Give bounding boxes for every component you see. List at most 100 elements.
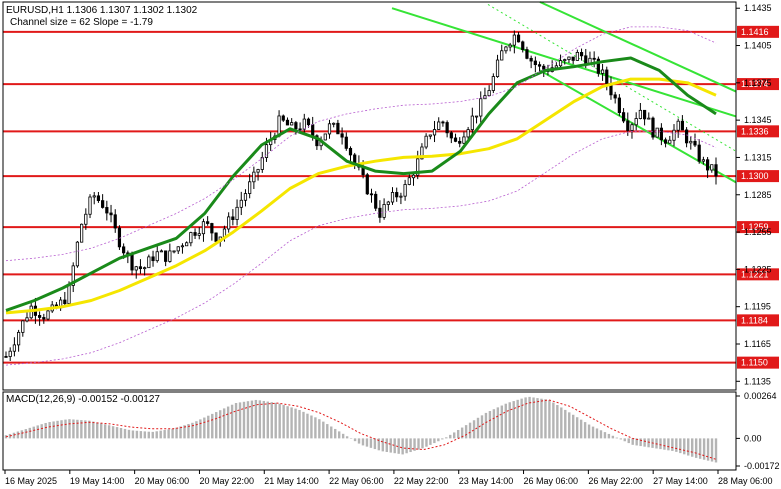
candle-up <box>21 320 25 333</box>
candle-down <box>193 232 197 236</box>
macd-bar <box>44 422 47 439</box>
macd-bar <box>28 427 31 439</box>
channel-info: Channel size = 62 Slope = -1.79 <box>10 17 153 28</box>
macd-bar <box>575 417 579 439</box>
candle-up <box>92 195 96 198</box>
macd-bar <box>540 398 543 439</box>
candle-down <box>521 41 525 50</box>
candle-down <box>697 144 701 162</box>
macd-bar <box>615 437 619 439</box>
macd-bar <box>290 407 293 439</box>
macd-bar <box>480 415 484 439</box>
macd-bar <box>222 408 226 439</box>
price-tick-label: 1.1435 <box>744 3 772 13</box>
candle-up <box>630 124 634 131</box>
macd-bar <box>234 403 238 439</box>
candle-up <box>176 246 180 252</box>
macd-bar <box>330 426 333 439</box>
macd-bar <box>456 429 460 439</box>
candle-up <box>197 233 201 236</box>
candle-down <box>592 57 596 60</box>
candle-up <box>180 245 185 248</box>
macd-bar <box>155 431 158 439</box>
macd-bar <box>175 427 178 439</box>
macd-bar <box>691 438 694 457</box>
macd-bar <box>627 438 630 444</box>
macd-bar <box>119 427 123 439</box>
candle-up <box>256 169 260 173</box>
candle-up <box>323 133 327 141</box>
candle-up <box>189 232 193 244</box>
macd-bar <box>163 430 166 439</box>
macd-bar <box>306 413 309 439</box>
candle-down <box>38 315 42 318</box>
candle-down <box>365 174 369 195</box>
macd-bar <box>226 406 230 439</box>
macd-bar <box>520 398 523 439</box>
macd-bar <box>238 402 242 439</box>
candle-up <box>12 344 17 352</box>
candle-down <box>613 94 617 99</box>
candle-up <box>88 196 92 215</box>
candle-up <box>495 59 500 77</box>
macd-bar <box>619 438 623 440</box>
macd-bar <box>441 438 444 440</box>
macd-bar <box>203 417 206 439</box>
macd-bar <box>171 428 174 439</box>
candle-up <box>403 184 407 197</box>
candle-down <box>516 34 521 43</box>
time-tick-label: 26 May 06:00 <box>524 476 579 486</box>
macd-bar <box>698 438 702 459</box>
ma-fast-line <box>5 56 717 312</box>
macd-bar <box>88 420 91 439</box>
time-tick-label: 21 May 14:00 <box>264 476 319 486</box>
candle-down <box>537 64 542 67</box>
level-tag-text: 1.1336 <box>741 126 769 136</box>
macd-bar <box>445 437 448 439</box>
candle-down <box>206 221 210 224</box>
candle-up <box>8 350 12 357</box>
level-tag-text: 1.1184 <box>741 315 768 325</box>
macd-bar <box>556 405 559 439</box>
macd-bar <box>270 402 273 439</box>
candle-up <box>437 121 441 130</box>
macd-bar <box>385 438 388 452</box>
candle-up <box>290 122 294 126</box>
macd-tick-label: 0.00 <box>744 433 762 443</box>
candle-down <box>281 115 285 121</box>
candle-down <box>378 207 382 218</box>
candle-up <box>227 216 231 230</box>
candle-down <box>659 127 663 141</box>
macd-bar <box>492 409 496 439</box>
macd-bar <box>16 431 20 439</box>
price-tick-label: 1.1315 <box>744 152 772 162</box>
candle-up <box>155 251 159 262</box>
macd-bar <box>246 401 250 439</box>
price-tick-label: 1.1285 <box>744 190 772 200</box>
candle-up <box>235 206 239 220</box>
time-tick-label: 22 May 06:00 <box>329 476 384 486</box>
macd-bar <box>151 431 154 439</box>
candle-down <box>453 137 458 142</box>
level-tag-text: 1.1300 <box>741 171 769 181</box>
macd-bar <box>76 419 79 439</box>
candle-down <box>4 356 8 358</box>
candle-up <box>668 139 672 144</box>
macd-bar <box>373 438 377 450</box>
macd-bar <box>579 419 583 439</box>
macd-bar <box>115 427 119 439</box>
macd-bar <box>286 406 289 439</box>
candle-down <box>336 122 340 135</box>
candle-down <box>571 56 575 61</box>
macd-bar <box>298 410 301 439</box>
macd-bar <box>99 423 103 439</box>
macd-bar <box>599 430 603 439</box>
candle-up <box>302 118 306 130</box>
macd-bar <box>560 407 563 439</box>
price-tick-label: 1.1135 <box>744 376 771 386</box>
price-tick-label: 1.1345 <box>744 115 772 125</box>
candle-down <box>529 57 533 62</box>
candle-up <box>252 171 256 183</box>
macd-bar <box>623 438 626 442</box>
macd-bar <box>337 431 341 439</box>
